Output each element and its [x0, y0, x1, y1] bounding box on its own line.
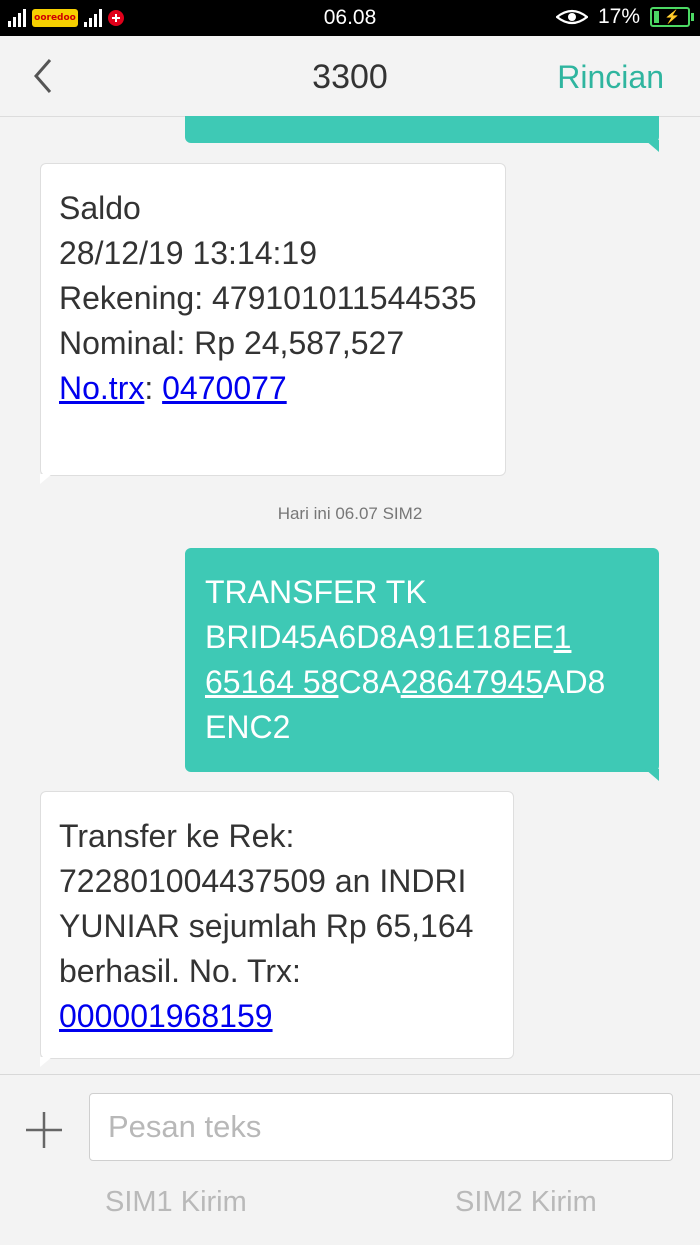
message-line: berhasil. No. Trx: — [59, 953, 301, 989]
message-line: Nominal: Rp 24,587,527 — [59, 325, 405, 361]
charging-icon: ⚡ — [664, 9, 681, 24]
add-attachment-button[interactable] — [24, 1110, 64, 1150]
message-bubble-outgoing[interactable] — [185, 116, 659, 143]
message-bubble-incoming[interactable]: Saldo 28/12/19 13:14:19 Rekening: 479101… — [40, 163, 506, 476]
message-line: Saldo — [59, 190, 141, 226]
message-line: TRANSFER TK — [205, 574, 427, 610]
message-line: ENC2 — [205, 709, 291, 745]
eye-icon — [555, 9, 588, 25]
bubble-tail — [645, 140, 659, 152]
message-line: 28/12/19 13:14:19 — [59, 235, 318, 271]
status-bar: ooredoo 06.08 17% ⚡ — [0, 0, 700, 36]
message-text: C8A — [338, 664, 401, 700]
battery-percent: 17% — [597, 5, 640, 28]
trx-number-link[interactable]: 000001968159 — [59, 998, 273, 1034]
message-bubble-outgoing[interactable]: TRANSFER TK BRID45A6D8A91E18EE1 65164 58… — [185, 548, 659, 772]
message-line: 65164 58C8A28647945AD8 — [205, 660, 639, 705]
message-line: Transfer ke Rek: — [59, 818, 295, 854]
details-button[interactable]: Rincian — [557, 59, 664, 96]
bubble-tail — [40, 1057, 52, 1067]
message-timestamp: Hari ini 06.07 SIM2 — [277, 504, 423, 523]
message-line: YUNIAR sejumlah Rp 65,164 — [59, 908, 474, 944]
message-line: Rekening: 479101011544535 — [59, 280, 477, 316]
message-line: 000001968159 — [59, 994, 495, 1039]
message-line: BRID45A6D8A91E18EE1 — [205, 615, 639, 660]
message-text-input[interactable] — [89, 1093, 673, 1161]
battery-fill — [654, 11, 659, 23]
trx-label-link[interactable]: No.trx — [59, 370, 144, 406]
battery-icon: ⚡ — [650, 7, 694, 27]
message-bubble-incoming[interactable]: Transfer ke Rek: 722801004437509 an INDR… — [40, 791, 514, 1059]
conversation-header: 3300 Rincian — [0, 36, 700, 117]
message-text: AD8 — [543, 664, 606, 700]
sim1-send-button[interactable]: SIM1 Kirim — [105, 1186, 247, 1219]
number-link[interactable]: 1 — [554, 619, 572, 655]
status-right: 17% ⚡ — [555, 5, 694, 29]
sim2-send-button[interactable]: SIM2 Kirim — [455, 1186, 597, 1219]
trx-separator: : — [144, 370, 163, 406]
bubble-tail — [645, 769, 659, 781]
message-text: BRID45A6D8A91E18EE — [205, 619, 554, 655]
number-link[interactable]: 28647945 — [401, 664, 543, 700]
number-link[interactable]: 65164 58 — [205, 664, 338, 700]
message-line: No.trx: 0470077 — [59, 366, 487, 411]
trx-number-link[interactable]: 0470077 — [162, 370, 287, 406]
message-line: 722801004437509 an INDRI — [59, 863, 467, 899]
bubble-tail — [40, 474, 52, 484]
